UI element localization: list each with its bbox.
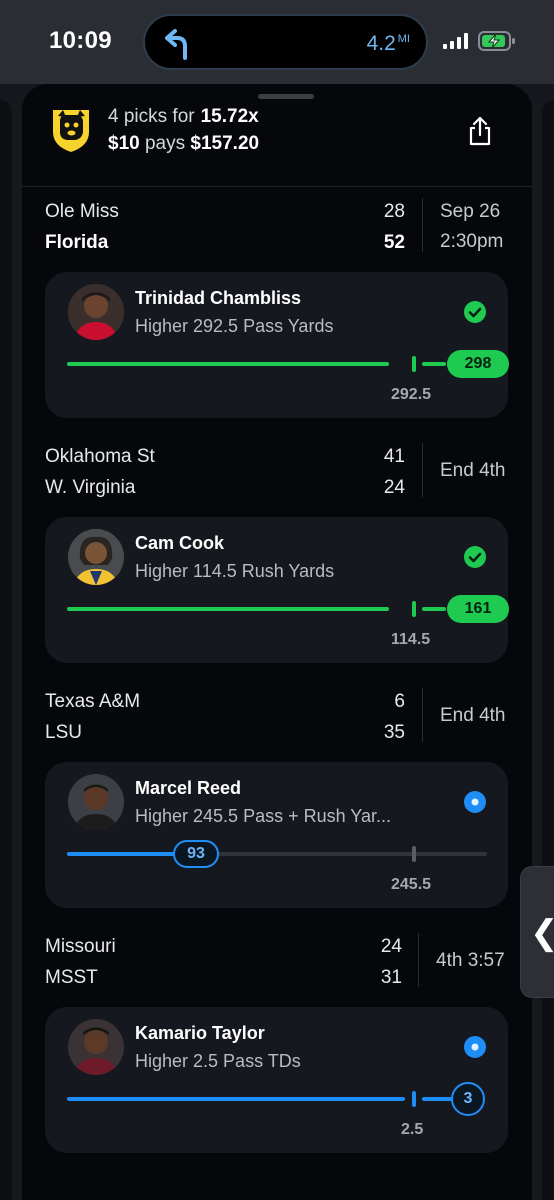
player-avatar xyxy=(68,529,124,585)
pick-card[interactable]: Kamario Taylor Higher 2.5 Pass TDs 3 2.5 xyxy=(45,1007,508,1153)
team-name: Ole Miss xyxy=(45,201,119,222)
score-divider xyxy=(422,443,423,497)
player-headshot-icon xyxy=(68,529,124,585)
distance-value: 4.2 xyxy=(366,32,396,55)
cellular-signal-icon xyxy=(443,33,468,49)
game-date: Sep 26 xyxy=(440,201,501,222)
current-stat-pill: 93 xyxy=(173,840,219,868)
current-stat-pill: 3 xyxy=(451,1082,485,1116)
player-avatar xyxy=(68,774,124,830)
team-score: 28 xyxy=(383,201,405,222)
picks-count-label: 4 picks for xyxy=(108,106,195,127)
picks-multiplier-line: 4 picks for 15.72x xyxy=(108,106,259,128)
team-name: Oklahoma St xyxy=(45,446,155,467)
team-score: 24 xyxy=(383,477,405,498)
dynamic-island-navigation[interactable]: 4.2 MI xyxy=(143,14,428,70)
payout-line: $10 pays $157.20 xyxy=(108,133,259,155)
progress-fill-over xyxy=(422,1097,452,1101)
game-status: Sep 26 2:30pm xyxy=(440,197,503,257)
chevron-left-icon: ❮ xyxy=(530,913,554,953)
game-status: End 4th xyxy=(440,460,506,481)
game-block: Missouri MSST 24 31 4th 3:57 Kamario Tay… xyxy=(22,921,532,1166)
status-bar: 10:09 4.2 MI xyxy=(0,0,554,84)
player-name: Cam Cook xyxy=(135,533,225,553)
team-name: Texas A&M xyxy=(45,691,141,712)
sheet-grabber[interactable] xyxy=(258,94,314,99)
multiplier-value: 15.72x xyxy=(200,106,259,127)
distance-unit: MI xyxy=(397,33,410,45)
team-score: 31 xyxy=(380,967,402,988)
line-marker xyxy=(412,356,416,372)
player-name: Kamario Taylor xyxy=(135,1023,265,1043)
progress-fill xyxy=(67,1097,405,1101)
player-avatar xyxy=(68,1019,124,1075)
lineup-sheet: 4 picks for 15.72x $10 pays $157.20 Ole M… xyxy=(22,84,532,1200)
entry-header: 4 picks for 15.72x $10 pays $157.20 xyxy=(22,104,532,164)
game-block: Ole Miss Florida 28 52 Sep 26 2:30pm Trin… xyxy=(22,186,532,431)
battery-charging-icon xyxy=(478,31,515,51)
turn-left-arrow-icon xyxy=(165,29,187,60)
pays-label: pays xyxy=(144,133,186,154)
payout-value: $157.20 xyxy=(190,133,260,154)
progress-fill xyxy=(67,362,389,366)
check-icon xyxy=(464,301,486,323)
score-divider xyxy=(422,688,423,742)
line-marker xyxy=(412,601,416,617)
live-indicator-icon xyxy=(464,1036,486,1058)
team-score: 24 xyxy=(380,936,402,957)
progress-fill-over xyxy=(422,362,446,366)
line-value: 245.5 xyxy=(391,876,432,893)
line-value: 292.5 xyxy=(391,386,432,403)
team-name: MSST xyxy=(45,967,98,988)
share-icon[interactable] xyxy=(468,116,492,146)
team-name: Florida xyxy=(45,232,109,253)
player-headshot-icon xyxy=(68,774,124,830)
team-score: 41 xyxy=(383,446,405,467)
line-value: 114.5 xyxy=(391,631,431,648)
line-marker xyxy=(412,1091,416,1107)
pick-line-text: Higher 245.5 Pass + Rush Yar... xyxy=(135,806,391,826)
player-avatar xyxy=(68,284,124,340)
game-time: 2:30pm xyxy=(440,231,504,252)
progress-fill xyxy=(67,852,177,856)
underdog-logo-icon xyxy=(53,110,89,152)
player-headshot-icon xyxy=(68,284,124,340)
progress-fill xyxy=(67,607,389,611)
game-block: Texas A&M LSU 6 35 End 4th Marcel Reed H… xyxy=(22,676,532,921)
pick-line-text: Higher 114.5 Rush Yards xyxy=(135,561,335,581)
pick-card[interactable]: Cam Cook Higher 114.5 Rush Yards 161 114… xyxy=(45,517,509,663)
game-status: 4th 3:57 xyxy=(436,950,505,971)
previous-card-peek[interactable] xyxy=(0,100,12,1200)
next-card-peek[interactable] xyxy=(542,100,554,1200)
team-score: 35 xyxy=(383,722,405,743)
team-name: LSU xyxy=(45,722,82,743)
team-score: 52 xyxy=(383,232,405,253)
team-name: Missouri xyxy=(45,936,116,957)
score-divider xyxy=(418,933,419,987)
player-name: Marcel Reed xyxy=(135,778,242,798)
game-status: End 4th xyxy=(440,705,506,726)
line-value: 2.5 xyxy=(401,1121,424,1138)
line-marker xyxy=(412,846,416,862)
distance-readout: 4.2 MI xyxy=(367,32,410,56)
clock: 10:09 xyxy=(49,27,112,54)
score-divider xyxy=(422,198,423,252)
game-block: Oklahoma St W. Virginia 41 24 End 4th Ca… xyxy=(22,431,532,676)
pick-card[interactable]: Trinidad Chambliss Higher 292.5 Pass Yar… xyxy=(45,272,509,418)
player-name: Trinidad Chambliss xyxy=(135,288,302,308)
pick-card[interactable]: Marcel Reed Higher 245.5 Pass + Rush Yar… xyxy=(45,762,508,908)
progress-fill-over xyxy=(422,607,446,611)
team-score: 6 xyxy=(394,691,405,712)
pick-line-text: Higher 2.5 Pass TDs xyxy=(135,1051,301,1071)
player-headshot-icon xyxy=(68,1019,124,1075)
check-icon xyxy=(464,546,486,568)
current-stat-pill: 298 xyxy=(447,350,509,378)
live-indicator-icon xyxy=(464,791,486,813)
side-drawer-handle[interactable]: ❮ xyxy=(520,866,554,998)
current-stat-pill: 161 xyxy=(447,595,509,623)
team-name: W. Virginia xyxy=(45,477,136,498)
pick-line-text: Higher 292.5 Pass Yards xyxy=(135,316,334,336)
stake-value: $10 xyxy=(108,133,140,154)
